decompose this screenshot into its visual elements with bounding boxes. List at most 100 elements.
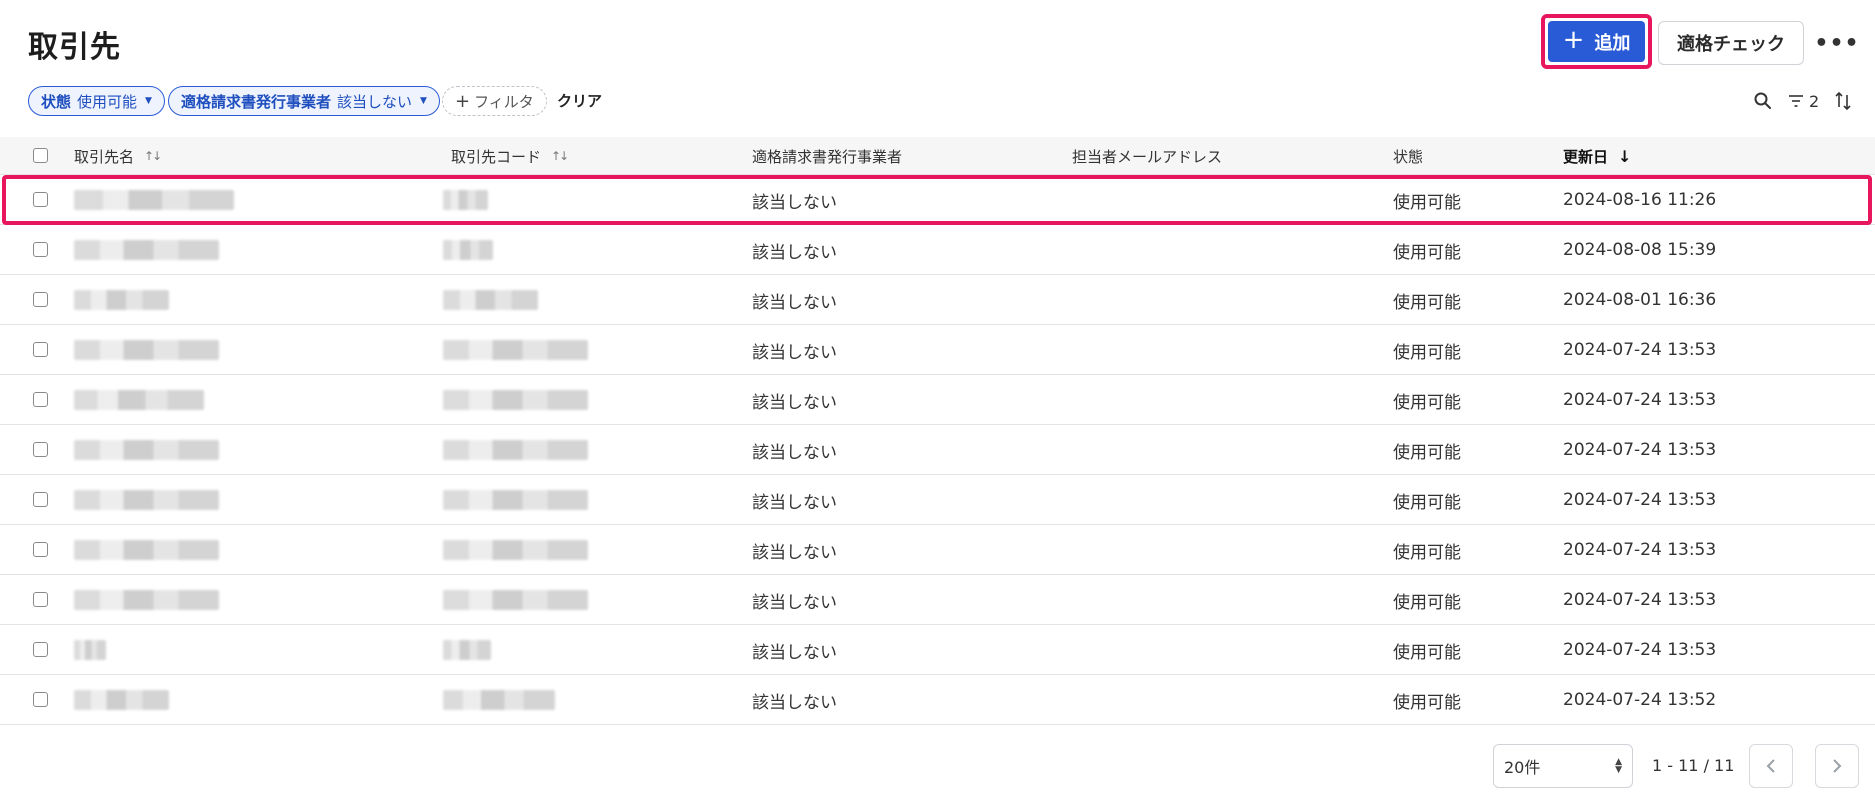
partner-code-cell xyxy=(443,325,588,375)
invoice-filter-chip[interactable]: 適格請求書発行事業者 該当しない ▼ xyxy=(168,86,440,116)
redacted-code xyxy=(443,690,555,710)
updated-cell: 2024-07-24 13:53 xyxy=(1563,590,1717,610)
redacted-name xyxy=(74,590,219,610)
partner-code-cell xyxy=(443,175,488,225)
column-header-name[interactable]: 取引先名 ↑↓ xyxy=(74,137,162,175)
table-row[interactable]: 該当しない 使用可能 2024-08-16 11:26 xyxy=(0,175,1875,225)
invoice-cell: 該当しない xyxy=(752,492,837,513)
row-checkbox[interactable] xyxy=(33,692,48,707)
next-page-button[interactable] xyxy=(1815,744,1859,788)
column-header-email: 担当者メールアドレス xyxy=(1072,147,1223,166)
row-checkbox[interactable] xyxy=(33,292,48,307)
table-row[interactable]: 該当しない 使用可能 2024-08-01 16:36 xyxy=(0,275,1875,325)
row-checkbox[interactable] xyxy=(33,492,48,507)
redacted-name xyxy=(74,490,219,510)
sort-toggle-icon[interactable]: ↑↓ xyxy=(144,149,162,163)
arrow-down-icon[interactable]: ↓ xyxy=(1618,147,1631,166)
status-cell: 使用可能 xyxy=(1393,192,1461,213)
redacted-code xyxy=(443,490,588,510)
plus-icon: + xyxy=(455,90,471,112)
row-checkbox[interactable] xyxy=(33,442,48,457)
row-checkbox[interactable] xyxy=(33,192,48,207)
plus-icon: + xyxy=(1562,25,1585,55)
status-cell: 使用可能 xyxy=(1393,692,1461,713)
redacted-name xyxy=(74,390,204,410)
status-filter-chip[interactable]: 状態 使用可能 ▼ xyxy=(28,86,165,116)
row-checkbox[interactable] xyxy=(33,342,48,357)
table-body: 該当しない 使用可能 2024-08-16 11:26 該当しない 使用可能 2024-0… xyxy=(0,175,1875,725)
status-cell: 使用可能 xyxy=(1393,242,1461,263)
row-checkbox[interactable] xyxy=(33,392,48,407)
search-icon[interactable] xyxy=(1752,90,1774,112)
partner-code-cell xyxy=(443,425,588,475)
status-cell: 使用可能 xyxy=(1393,492,1461,513)
invoice-cell: 該当しない xyxy=(752,542,837,563)
redacted-name xyxy=(74,290,169,310)
add-filter-button[interactable]: + フィルタ xyxy=(442,86,547,116)
table-row[interactable]: 該当しない 使用可能 2024-07-24 13:53 xyxy=(0,375,1875,425)
updated-cell: 2024-07-24 13:53 xyxy=(1563,540,1717,560)
redacted-code xyxy=(443,240,493,260)
column-header-code-label: 取引先コード xyxy=(451,147,542,166)
table-row[interactable]: 該当しない 使用可能 2024-07-24 13:53 xyxy=(0,425,1875,475)
redacted-name xyxy=(74,240,219,260)
per-page-select[interactable]: 20件 ▲ ▼ xyxy=(1493,744,1633,788)
partner-name-cell xyxy=(74,175,234,225)
filter-toggle-button[interactable]: 2 xyxy=(1788,90,1819,112)
redacted-code xyxy=(443,540,588,560)
table-row[interactable]: 該当しない 使用可能 2024-08-08 15:39 xyxy=(0,225,1875,275)
row-checkbox[interactable] xyxy=(33,592,48,607)
status-cell: 使用可能 xyxy=(1393,542,1461,563)
row-checkbox[interactable] xyxy=(33,242,48,257)
table-row[interactable]: 該当しない 使用可能 2024-07-24 13:53 xyxy=(0,525,1875,575)
updated-cell: 2024-07-24 13:53 xyxy=(1563,440,1717,460)
prev-page-button[interactable] xyxy=(1749,744,1793,788)
select-all-checkbox[interactable] xyxy=(33,148,48,163)
invoice-filter-value: 該当しない xyxy=(337,92,413,111)
redacted-name xyxy=(74,540,219,560)
table-row[interactable]: 該当しない 使用可能 2024-07-24 13:53 xyxy=(0,325,1875,375)
add-button-highlight: + 追加 xyxy=(1541,14,1652,69)
updated-cell: 2024-07-24 13:53 xyxy=(1563,390,1717,410)
add-button-label: 追加 xyxy=(1594,32,1631,54)
row-checkbox[interactable] xyxy=(33,542,48,557)
partner-name-cell xyxy=(74,425,219,475)
table-row[interactable]: 該当しない 使用可能 2024-07-24 13:53 xyxy=(0,575,1875,625)
partner-code-cell xyxy=(443,575,588,625)
invoice-cell: 該当しない xyxy=(752,642,837,663)
table-row[interactable]: 該当しない 使用可能 2024-07-24 13:53 xyxy=(0,625,1875,675)
updated-cell: 2024-08-16 11:26 xyxy=(1563,190,1717,210)
sort-toggle-icon[interactable]: ↑↓ xyxy=(551,149,569,163)
clear-filters-button[interactable]: クリア xyxy=(557,90,602,111)
invoice-cell: 該当しない xyxy=(752,392,837,413)
row-checkbox[interactable] xyxy=(33,642,48,657)
redacted-code xyxy=(443,640,491,660)
column-header-code[interactable]: 取引先コード ↑↓ xyxy=(451,137,569,175)
updated-cell: 2024-07-24 13:52 xyxy=(1563,690,1717,710)
table-header: 取引先名 ↑↓ 取引先コード ↑↓ 適格請求書発行事業者 担当者メールアドレス … xyxy=(0,137,1875,175)
column-header-updated-label: 更新日 xyxy=(1563,147,1609,166)
caret-down-icon: ▼ xyxy=(145,96,152,106)
column-header-name-label: 取引先名 xyxy=(74,147,135,166)
updated-cell: 2024-08-08 15:39 xyxy=(1563,240,1717,260)
table-row[interactable]: 該当しない 使用可能 2024-07-24 13:53 xyxy=(0,475,1875,525)
filter-count: 2 xyxy=(1809,91,1820,111)
redacted-code xyxy=(443,290,538,310)
partner-code-cell xyxy=(443,275,538,325)
column-header-invoice: 適格請求書発行事業者 xyxy=(752,147,903,166)
invoice-cell: 該当しない xyxy=(752,192,837,213)
chevron-left-icon xyxy=(1766,759,1775,773)
column-header-updated[interactable]: 更新日 ↓ xyxy=(1563,137,1631,175)
invoice-cell: 該当しない xyxy=(752,292,837,313)
updated-cell: 2024-07-24 13:53 xyxy=(1563,640,1717,660)
eligibility-check-button[interactable]: 適格チェック xyxy=(1658,21,1804,65)
more-options-icon[interactable]: ••• xyxy=(1814,28,1858,58)
redacted-name xyxy=(74,640,106,660)
partner-code-cell xyxy=(443,625,491,675)
updated-cell: 2024-08-01 16:36 xyxy=(1563,290,1717,310)
select-arrows-icon: ▲ ▼ xyxy=(1615,757,1622,775)
sort-icon[interactable] xyxy=(1834,90,1852,112)
add-button[interactable]: + 追加 xyxy=(1548,21,1645,62)
per-page-value: 20件 xyxy=(1504,758,1541,777)
table-row[interactable]: 該当しない 使用可能 2024-07-24 13:52 xyxy=(0,675,1875,725)
